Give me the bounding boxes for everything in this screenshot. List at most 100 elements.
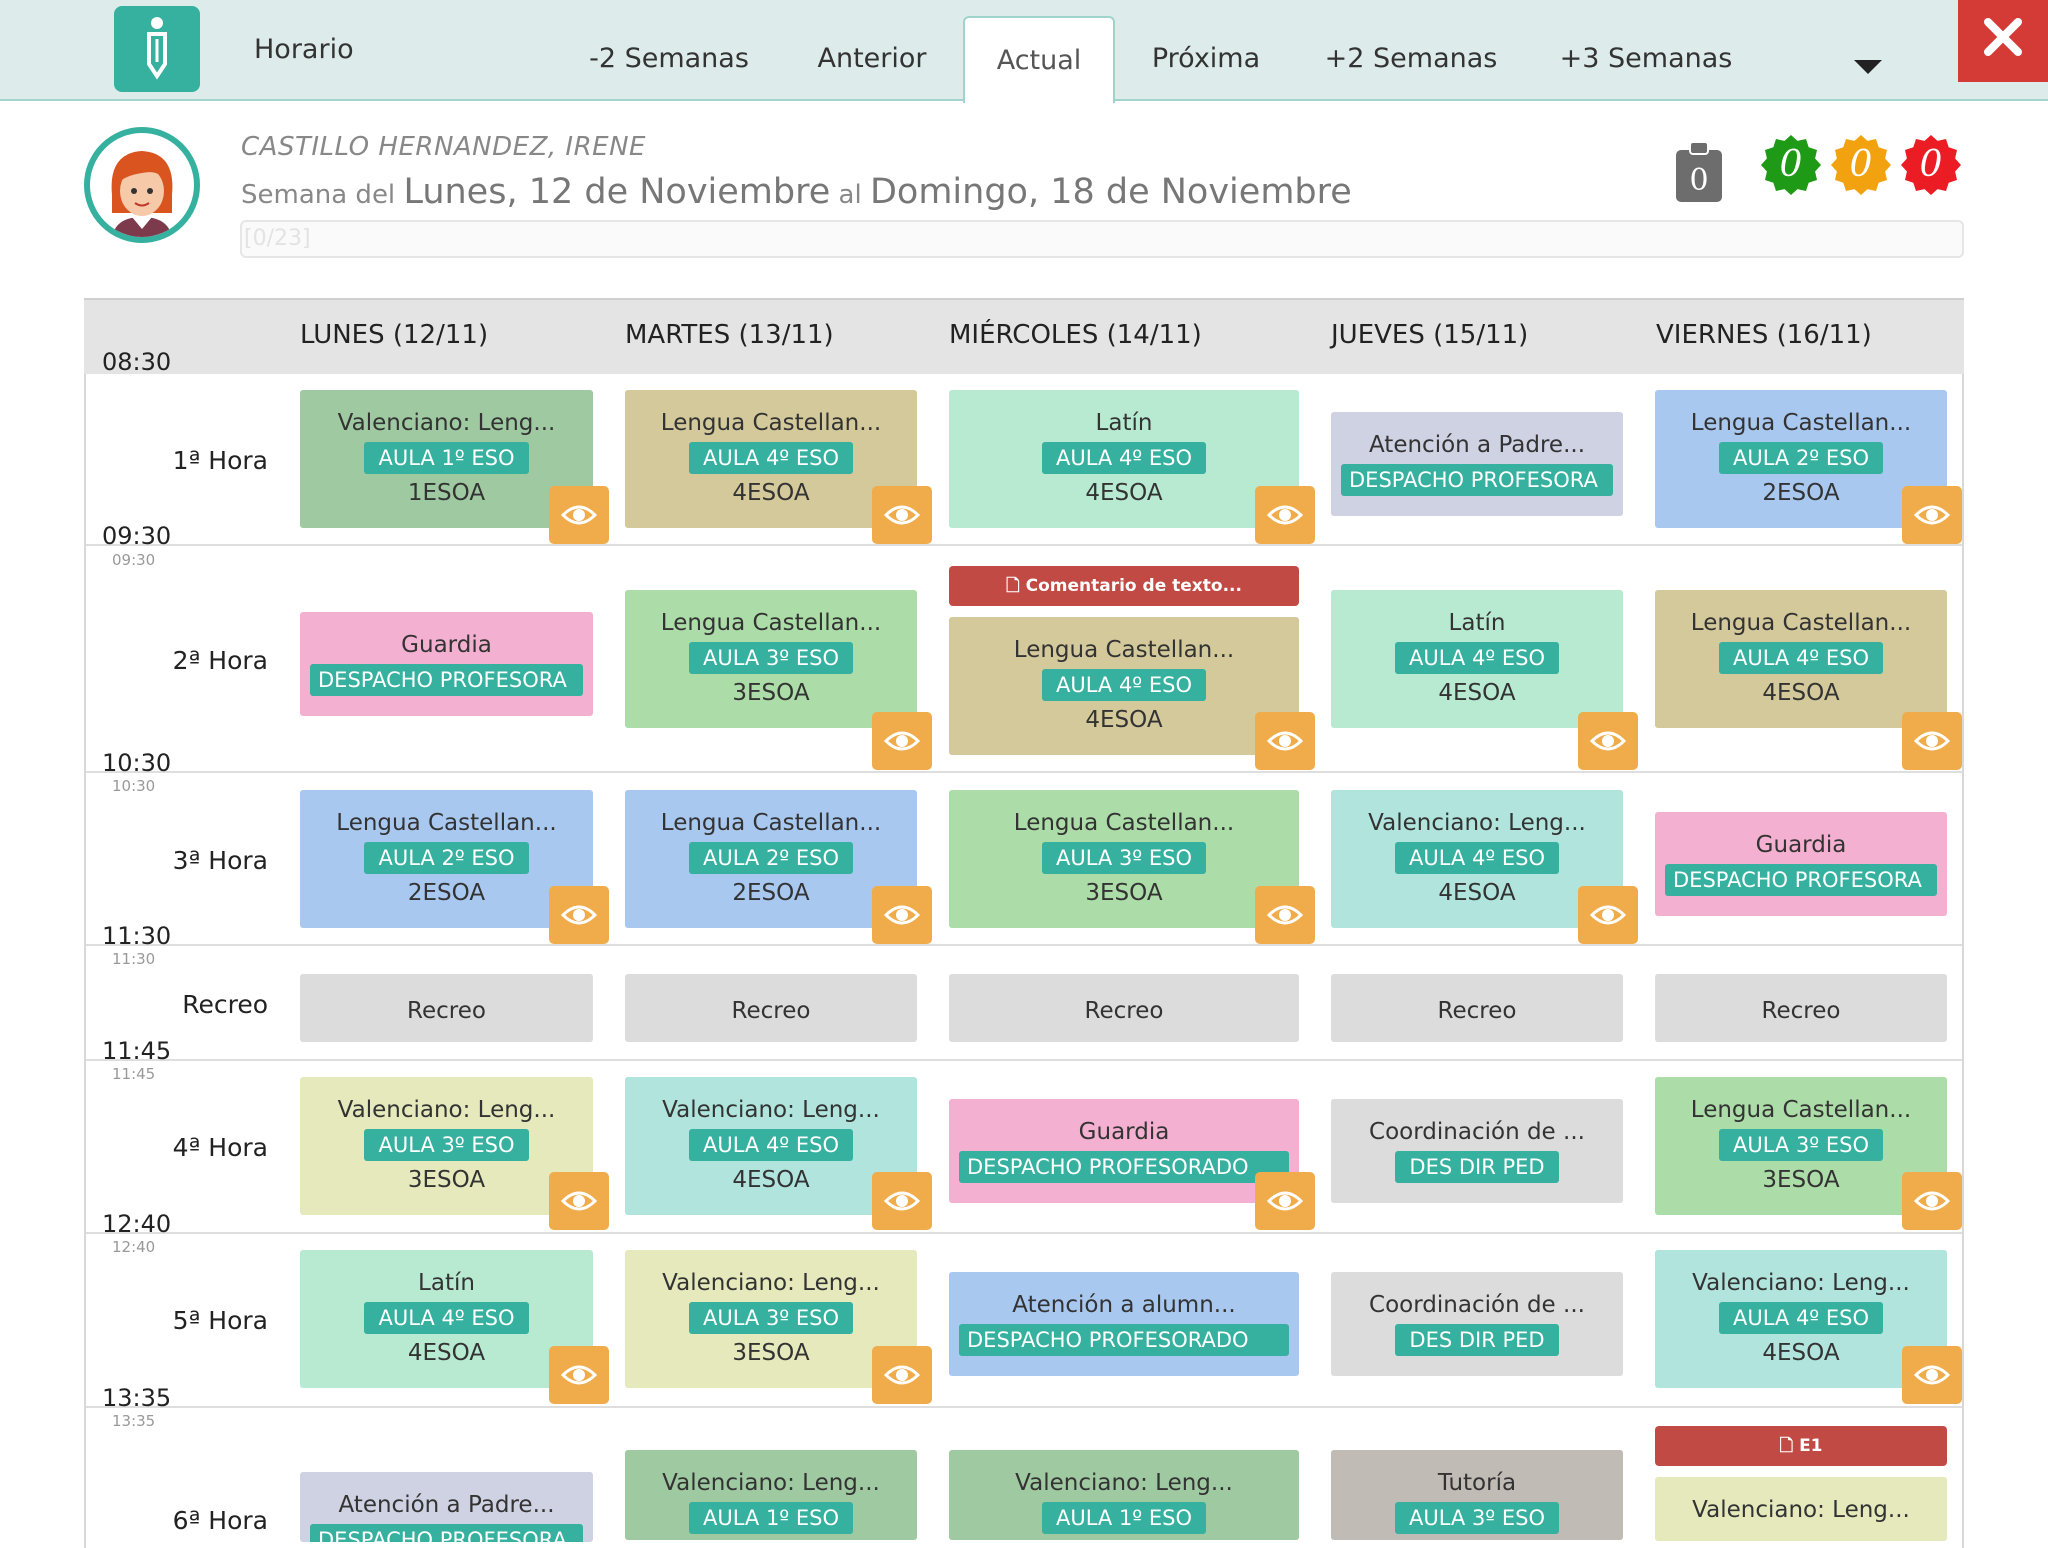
class-room: AULA 4º ESO [688, 442, 854, 474]
time-label-small: 12:40 [112, 1238, 156, 1256]
eye-icon [1267, 905, 1303, 925]
tab-plus-2-weeks[interactable]: +2 Semanas [1318, 0, 1504, 101]
class-subject: Valenciano: Leng... [1692, 1270, 1910, 1296]
clipboard-button[interactable]: 0 [1674, 140, 1724, 204]
view-button[interactable] [1255, 486, 1315, 544]
break-card[interactable]: Recreo [625, 974, 917, 1042]
view-button[interactable] [872, 486, 932, 544]
class-card[interactable]: Valenciano: Leng... AULA 1º ESO [625, 1450, 917, 1540]
view-button[interactable] [549, 886, 609, 944]
eye-icon [1267, 505, 1303, 525]
period-label: 6ª Hora [172, 1506, 268, 1535]
avatar [84, 127, 200, 243]
class-room: DESPACHO PROFESORA [310, 664, 583, 696]
view-button[interactable] [549, 486, 609, 544]
class-room: DESPACHO PROFESORA [1341, 464, 1613, 496]
class-room: DESPACHO PROFESORADO [959, 1151, 1289, 1183]
break-label: Recreo [731, 998, 811, 1024]
break-card[interactable]: Recreo [949, 974, 1299, 1042]
eye-icon [1914, 731, 1950, 751]
counter-orange[interactable]: 0 [1830, 134, 1892, 196]
class-subject: Tutoría [1437, 1470, 1517, 1496]
class-card[interactable]: Atención a Padre... DESPACHO PROFESORA [300, 1472, 593, 1542]
class-card[interactable]: Latín AULA 4º ESO 4ESOA [949, 390, 1299, 528]
class-card[interactable]: Guardia DESPACHO PROFESORA [1655, 812, 1947, 916]
time-label: 10:30 [102, 749, 172, 777]
counter-red[interactable]: 0 [1900, 134, 1962, 196]
week-range: Semana del Lunes, 12 de Noviembre al Dom… [241, 172, 1352, 212]
top-bar: Horario -2 Semanas Anterior Actual Próxi… [0, 0, 2048, 103]
view-button[interactable] [1255, 712, 1315, 770]
eye-icon [561, 505, 597, 525]
week-to: Domingo, 18 de Noviembre [869, 172, 1352, 212]
class-card[interactable]: Atención a alumn... DESPACHO PROFESORADO [949, 1272, 1299, 1376]
break-card[interactable]: Recreo [1331, 974, 1623, 1042]
row-divider [86, 1059, 1962, 1061]
class-subject: Valenciano: Leng... [1692, 1497, 1910, 1523]
view-button[interactable] [1255, 886, 1315, 944]
class-card[interactable]: Guardia DESPACHO PROFESORADO [949, 1099, 1299, 1203]
class-card[interactable]: Atención a Padre... DESPACHO PROFESORA [1331, 412, 1623, 516]
tab-current[interactable]: Actual [963, 16, 1115, 103]
class-card[interactable]: Valenciano: Leng... [1655, 1477, 1947, 1541]
class-room: AULA 3º ESO [1041, 842, 1207, 874]
tab-plus-3-weeks[interactable]: +3 Semanas [1556, 0, 1736, 101]
class-card[interactable]: Lengua Castellan... AULA 3º ESO 3ESOA [949, 790, 1299, 928]
teacher-name: CASTILLO HERNANDEZ, IRENE [241, 132, 646, 162]
note-badge[interactable]: 🗋 E1 [1655, 1426, 1947, 1466]
view-button[interactable] [1902, 486, 1962, 544]
time-label: 11:30 [102, 922, 172, 950]
time-label-small: 10:30 [112, 777, 156, 795]
class-card[interactable]: Tutoría AULA 3º ESO [1331, 1450, 1623, 1540]
class-subject: Lengua Castellan... [1690, 610, 1912, 636]
view-button[interactable] [872, 712, 932, 770]
tab-previous[interactable]: Anterior [790, 0, 954, 101]
view-button[interactable] [1902, 1172, 1962, 1230]
app-logo-icon[interactable] [114, 6, 200, 92]
class-subject: Valenciano: Leng... [662, 1270, 880, 1296]
class-card[interactable]: Lengua Castellan... AULA 3º ESO 3ESOA [625, 590, 917, 728]
class-card[interactable]: Coordinación de ... DES DIR PED [1331, 1099, 1623, 1203]
week-prefix: Semana del [241, 180, 396, 210]
class-card[interactable]: Valenciano: Leng... AULA 1º ESO [949, 1450, 1299, 1540]
view-button[interactable] [1578, 712, 1638, 770]
eye-icon [884, 505, 920, 525]
view-button[interactable] [1255, 1172, 1315, 1230]
view-button[interactable] [872, 1172, 932, 1230]
week-from: Lunes, 12 de Noviembre [403, 172, 831, 212]
week-mid: al [838, 180, 862, 210]
view-button[interactable] [549, 1172, 609, 1230]
view-button[interactable] [1902, 1346, 1962, 1404]
eye-icon [884, 1365, 920, 1385]
close-button[interactable] [1958, 0, 2048, 82]
class-group: 3ESOA [1085, 880, 1163, 906]
class-card[interactable]: Latín AULA 4º ESO 4ESOA [1331, 590, 1623, 728]
class-card[interactable]: Lengua Castellan... AULA 4º ESO 4ESOA [949, 617, 1299, 755]
view-button[interactable] [549, 1346, 609, 1404]
break-label: Recreo [407, 998, 486, 1024]
view-button[interactable] [872, 1346, 932, 1404]
class-subject: Lengua Castellan... [660, 410, 882, 436]
counter-green[interactable]: 0 [1760, 134, 1822, 196]
class-group: 4ESOA [1762, 680, 1840, 706]
tab-next[interactable]: Próxima [1136, 0, 1276, 101]
day-header-tuesday: MARTES (13/11) [625, 320, 834, 350]
view-button[interactable] [1578, 886, 1638, 944]
view-button[interactable] [1902, 712, 1962, 770]
class-group: 4ESOA [1085, 707, 1163, 733]
class-card[interactable]: Lengua Castellan... AULA 4º ESO 4ESOA [1655, 590, 1947, 728]
class-room: AULA 2º ESO [364, 842, 529, 874]
break-card[interactable]: Recreo [300, 974, 593, 1042]
class-card[interactable]: Guardia DESPACHO PROFESORA [300, 612, 593, 716]
file-icon: 🗋 [1779, 1436, 1794, 1456]
class-subject: Valenciano: Leng... [337, 410, 556, 436]
view-button[interactable] [872, 886, 932, 944]
clipboard-count: 0 [1689, 163, 1708, 198]
app-title: Horario [254, 34, 354, 65]
class-card[interactable]: Coordinación de ... DES DIR PED [1331, 1272, 1623, 1376]
chevron-down-icon[interactable] [1854, 60, 1882, 74]
class-room: DESPACHO PROFESORA [310, 1524, 583, 1542]
note-badge[interactable]: 🗋 Comentario de texto... [949, 566, 1299, 606]
break-card[interactable]: Recreo [1655, 974, 1947, 1042]
tab-minus-2-weeks[interactable]: -2 Semanas [576, 0, 762, 101]
